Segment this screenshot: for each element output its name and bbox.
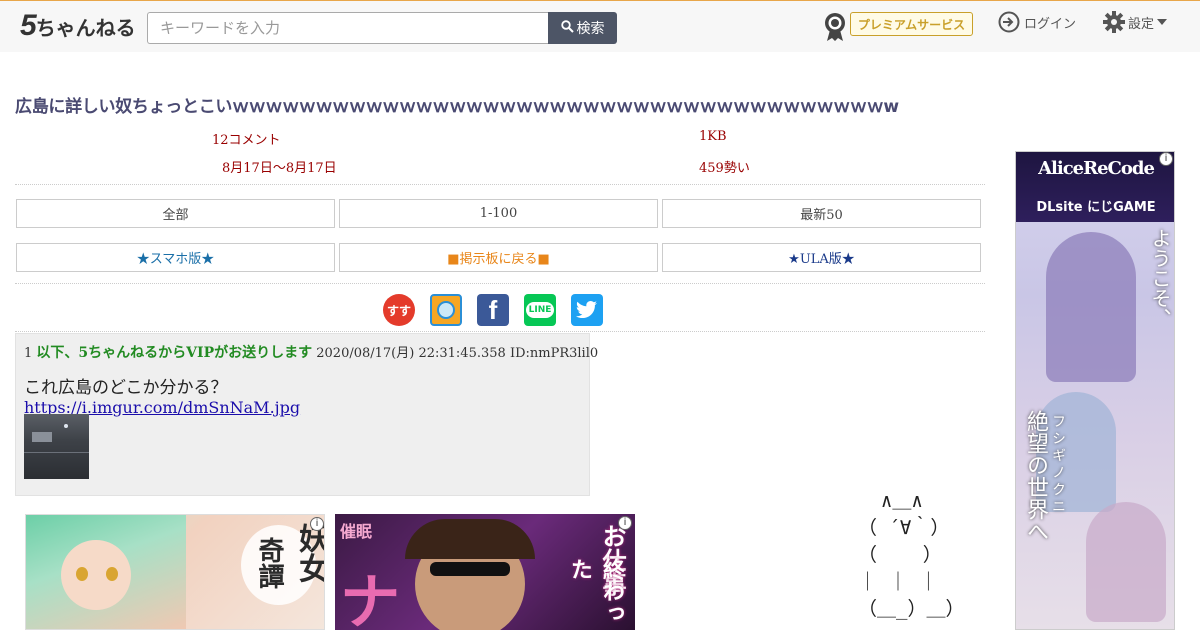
logo-text: ちゃんねる [35,18,136,40]
ad-character [1086,502,1166,622]
settings-label: 設定 [1128,16,1155,32]
sukusuku-share-icon[interactable]: すす [383,294,415,326]
post-author: 以下、5ちゃんねるからVIPがお送りします [36,345,313,361]
site-header: 5ちゃんねる 検索 プレミアムサービス ログイン 設定 [0,0,1200,52]
login-label: ログイン [1024,16,1077,32]
hatena-share-icon[interactable] [430,294,462,326]
divider [15,283,985,284]
momentum: 459勢い [699,161,750,176]
view-latest-button[interactable]: 最新50 [662,199,981,228]
divider [15,331,985,332]
search-input[interactable] [147,12,549,44]
smartphone-version-button[interactable]: ★スマホ版★ [16,243,335,272]
sunglasses-icon [430,562,510,576]
ad2-big-text: ナ [340,568,400,630]
post-image-thumbnail[interactable] [24,414,89,479]
ad-info-icon[interactable]: i [618,516,632,530]
settings-menu[interactable]: 設定 [1103,11,1168,33]
ad-character-face [61,540,131,610]
sidebar-ad-header: AliceReCode DLsite にじGAME [1016,152,1174,222]
post-datetime: 2020/08/17(月) 22:31:45.358 [316,346,506,361]
post-1: 1 以下、5ちゃんねるからVIPがお送りします 2020/08/17(月) 22… [15,333,598,496]
sidebar-ad[interactable]: AliceReCode DLsite にじGAME ようこそ、 絶望の世界へ フ… [1015,151,1175,630]
post-image-link[interactable]: https://i.imgur.com/dmSnNaM.jpg [24,398,581,417]
comment-count: 12コメント [212,133,281,148]
search-button-label: 検索 [576,21,605,37]
ad2-logo: 催眠 [340,522,373,541]
ad-character-eye [76,567,88,581]
ad-character-hair [405,519,535,559]
post-header: 1 以下、5ちゃんねるからVIPがお送りします 2020/08/17(月) 22… [24,342,598,362]
ad-character [1046,232,1136,382]
ad2-subheadline: 終わった [567,558,624,624]
search-icon [560,19,574,37]
premium-service-button[interactable]: プレミアムサービス [850,12,973,36]
ad-character-eye [106,567,118,581]
login-icon [998,11,1020,33]
ad-dlsite-label: DLsite にじGAME [1036,200,1156,215]
back-to-board-button[interactable]: ■掲示板に戻る■ [339,243,658,272]
ad-tagline-2: 絶望の世界へ [1023,410,1048,542]
post-id[interactable]: ID:nmPR3lil0 [510,346,598,361]
logo-five: 5 [20,9,37,42]
ad-banner-left[interactable]: 妖女 奇譚 i [25,514,325,630]
post-body: これ広島のどこか分かる？ [24,378,228,398]
ad-banner-right[interactable]: 催眠 お仕事 終わった ナ i [335,514,635,630]
date-range: 8月17日〜8月17日 [222,161,337,176]
view-range-button[interactable]: 1-100 [339,199,658,228]
search-button[interactable]: 検索 [548,12,617,44]
line-share-label: LINE [525,302,555,318]
gear-icon [1103,11,1125,33]
caret-down-icon [1157,19,1168,25]
premium-badge-icon [823,12,847,46]
thread-size: 1KB [699,129,727,144]
view-all-button[interactable]: 全部 [16,199,335,228]
ad-game-title: フシギノクニ [1050,414,1066,516]
site-logo[interactable]: 5ちゃんねる [20,9,136,43]
ad-info-icon[interactable]: i [310,517,324,531]
ad1-title: 妖女 [293,523,325,583]
divider [15,184,985,185]
thread-title: 広島に詳しい奴ちょっとこいｗｗｗｗｗｗｗｗｗｗｗｗｗｗｗｗｗｗｗｗｗｗｗｗｗｗｗ… [15,97,899,117]
ad-info-icon[interactable]: i [1159,152,1173,166]
ad1-title-sub: 奇譚 [254,537,284,589]
ad-game-logo: AliceReCode [1038,158,1155,179]
line-share-icon[interactable]: LINE [524,294,556,326]
facebook-share-icon[interactable]: f [477,294,509,326]
ad-tagline: ようこそ、 [1148,228,1172,328]
twitter-share-icon[interactable] [571,294,603,326]
ascii-art-cat: ∧＿∧ （ ´∀｀） （ ） ｜ ｜ ｜ （＿_）＿） [858,490,965,620]
ula-version-button[interactable]: ★ULA版★ [662,243,981,272]
post-number[interactable]: 1 [24,346,32,361]
login-link[interactable]: ログイン [998,11,1076,33]
